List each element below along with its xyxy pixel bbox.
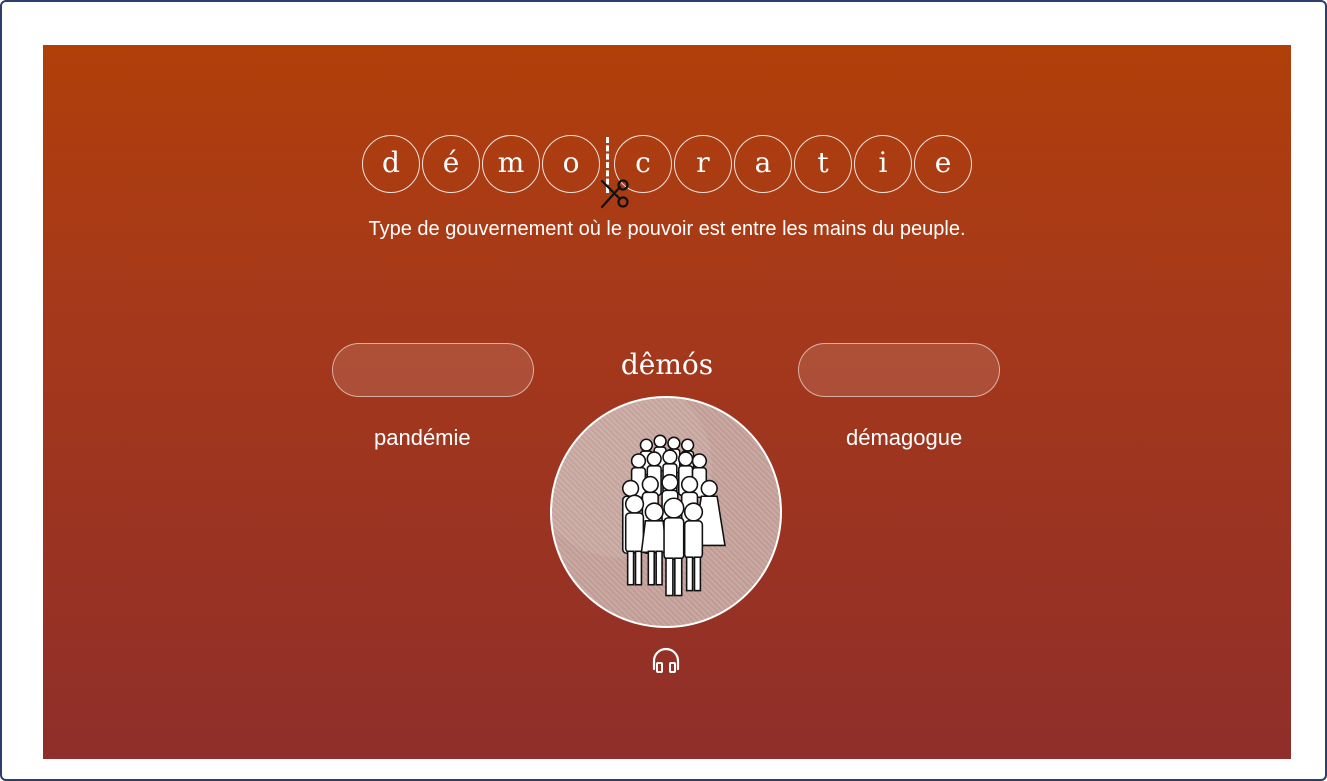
crowd-of-people-illustration [621, 434, 726, 597]
letter-circle[interactable]: o [542, 135, 600, 193]
word-explorer-stage: d é m o c r a t i e Type de gouvernement… [43, 45, 1291, 759]
headphones-icon[interactable] [648, 643, 684, 679]
letter-circle[interactable]: m [482, 135, 540, 193]
letter-circle[interactable]: a [734, 135, 792, 193]
letter-circle[interactable]: d [362, 135, 420, 193]
letter-circle[interactable]: i [854, 135, 912, 193]
example-word-left[interactable]: pandémie [374, 425, 471, 451]
root-image-medallion [550, 396, 782, 628]
letter-circle[interactable]: r [674, 135, 732, 193]
root-title: dêmós [620, 348, 714, 381]
scissors-icon[interactable] [598, 177, 632, 211]
letter-circle[interactable]: e [914, 135, 972, 193]
example-word-right[interactable]: démagogue [846, 425, 962, 451]
letter-circle[interactable]: é [422, 135, 480, 193]
word-letters-row: d é m o c r a t i e [43, 135, 1291, 209]
app-frame: d é m o c r a t i e Type de gouvernement… [0, 0, 1327, 781]
word-definition: Type de gouvernement où le pouvoir est e… [368, 218, 966, 240]
letter-circle[interactable]: t [794, 135, 852, 193]
letter-circles: d é m o c r a t i e [362, 135, 972, 209]
